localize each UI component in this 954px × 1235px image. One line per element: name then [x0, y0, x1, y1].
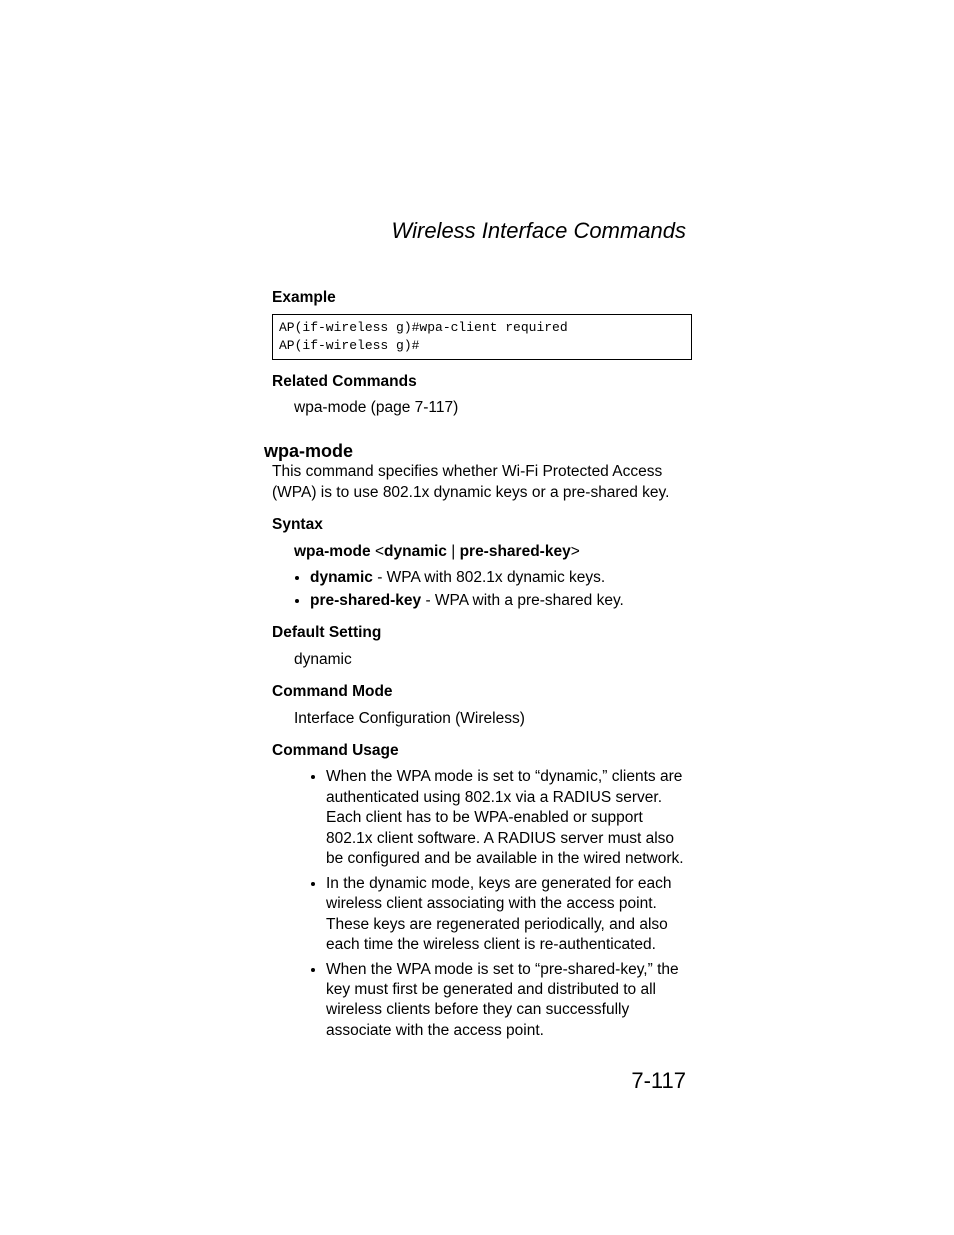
syntax-term-desc: - WPA with 802.1x dynamic keys. [373, 569, 605, 586]
default-setting-heading: Default Setting [272, 623, 692, 643]
syntax-line: wpa-mode <dynamic | pre-shared-key> [294, 542, 692, 562]
command-usage-heading: Command Usage [272, 741, 692, 761]
syntax-opt1: dynamic [384, 543, 447, 560]
syntax-term: dynamic [310, 569, 373, 586]
syntax-cmd: wpa-mode [294, 543, 371, 560]
default-setting-value: dynamic [294, 650, 692, 670]
command-usage-list: When the WPA mode is set to “dynamic,” c… [326, 767, 692, 1041]
command-mode-value: Interface Configuration (Wireless) [294, 709, 692, 729]
syntax-term-desc: - WPA with a pre-shared key. [421, 592, 624, 609]
command-name-heading: wpa-mode [264, 440, 353, 464]
example-code-block: AP(if-wireless g)#wpa-client required AP… [272, 314, 692, 359]
syntax-lt: < [375, 543, 384, 560]
list-item: In the dynamic mode, keys are generated … [326, 874, 692, 956]
command-description: This command specifies whether Wi-Fi Pro… [272, 462, 692, 503]
related-commands-heading: Related Commands [272, 372, 692, 392]
related-commands-text: wpa-mode (page 7-117) [294, 398, 692, 418]
page-number: 7-117 [631, 1068, 686, 1094]
list-item: When the WPA mode is set to “pre-shared-… [326, 960, 692, 1042]
section-header: Wireless Interface Commands [392, 218, 686, 244]
syntax-heading: Syntax [272, 515, 692, 535]
list-item: pre-shared-key - WPA with a pre-shared k… [310, 591, 692, 611]
syntax-bullet-list: dynamic - WPA with 802.1x dynamic keys. … [310, 568, 692, 611]
command-mode-heading: Command Mode [272, 682, 692, 702]
example-heading: Example [272, 288, 692, 308]
syntax-pipe: | [447, 543, 460, 560]
syntax-gt: > [571, 543, 580, 560]
syntax-term: pre-shared-key [310, 592, 421, 609]
list-item: dynamic - WPA with 802.1x dynamic keys. [310, 568, 692, 588]
list-item: When the WPA mode is set to “dynamic,” c… [326, 767, 692, 869]
syntax-opt2: pre-shared-key [460, 543, 571, 560]
